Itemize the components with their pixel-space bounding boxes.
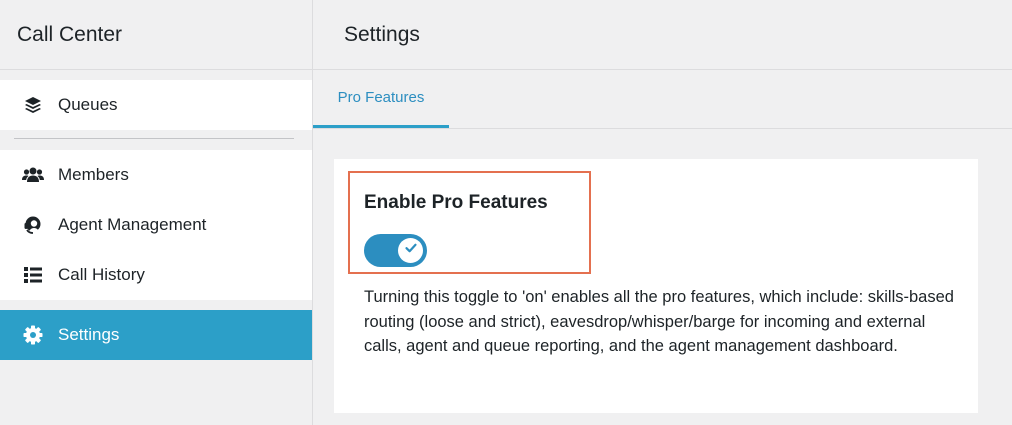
page-title: Settings [313, 0, 1012, 70]
app-title: Call Center [0, 0, 312, 70]
sidebar-divider [14, 138, 294, 139]
nav-group-secondary: Members Agent Management Call History [0, 150, 312, 300]
checkmark-icon [404, 241, 418, 260]
nav-group-primary: Queues [0, 80, 312, 130]
toggle-knob [398, 238, 423, 263]
gear-icon [22, 324, 44, 346]
sidebar-item-members[interactable]: Members [0, 150, 312, 200]
sidebar-item-call-history[interactable]: Call History [0, 250, 312, 300]
layers-icon [22, 94, 44, 116]
feature-description: Turning this toggle to 'on' enables all … [364, 288, 954, 355]
sidebar-item-label: Settings [58, 325, 120, 344]
sidebar-item-queues[interactable]: Queues [0, 80, 312, 130]
sidebar-item-label: Call History [58, 265, 145, 284]
pro-features-card: Enable Pro Features Turning this toggle … [334, 159, 978, 413]
headset-icon [22, 214, 44, 236]
tab-bar: Pro Features [313, 70, 1012, 129]
sidebar: Call Center Queues Members Agent Managem… [0, 0, 313, 425]
main-content: Settings Pro Features Enable Pro Feature… [313, 0, 1012, 425]
sidebar-item-settings[interactable]: Settings [0, 310, 312, 360]
sidebar-item-label: Agent Management [58, 215, 207, 234]
sidebar-item-agent-management[interactable]: Agent Management [0, 200, 312, 250]
pro-features-toggle[interactable] [364, 234, 427, 267]
nav-group-settings: Settings [0, 310, 312, 360]
sidebar-item-label: Members [58, 165, 129, 184]
sidebar-item-label: Queues [58, 95, 118, 114]
users-icon [22, 164, 44, 186]
list-icon [22, 264, 44, 286]
tab-pro-features[interactable]: Pro Features [313, 70, 449, 128]
feature-title: Enable Pro Features [364, 192, 548, 213]
